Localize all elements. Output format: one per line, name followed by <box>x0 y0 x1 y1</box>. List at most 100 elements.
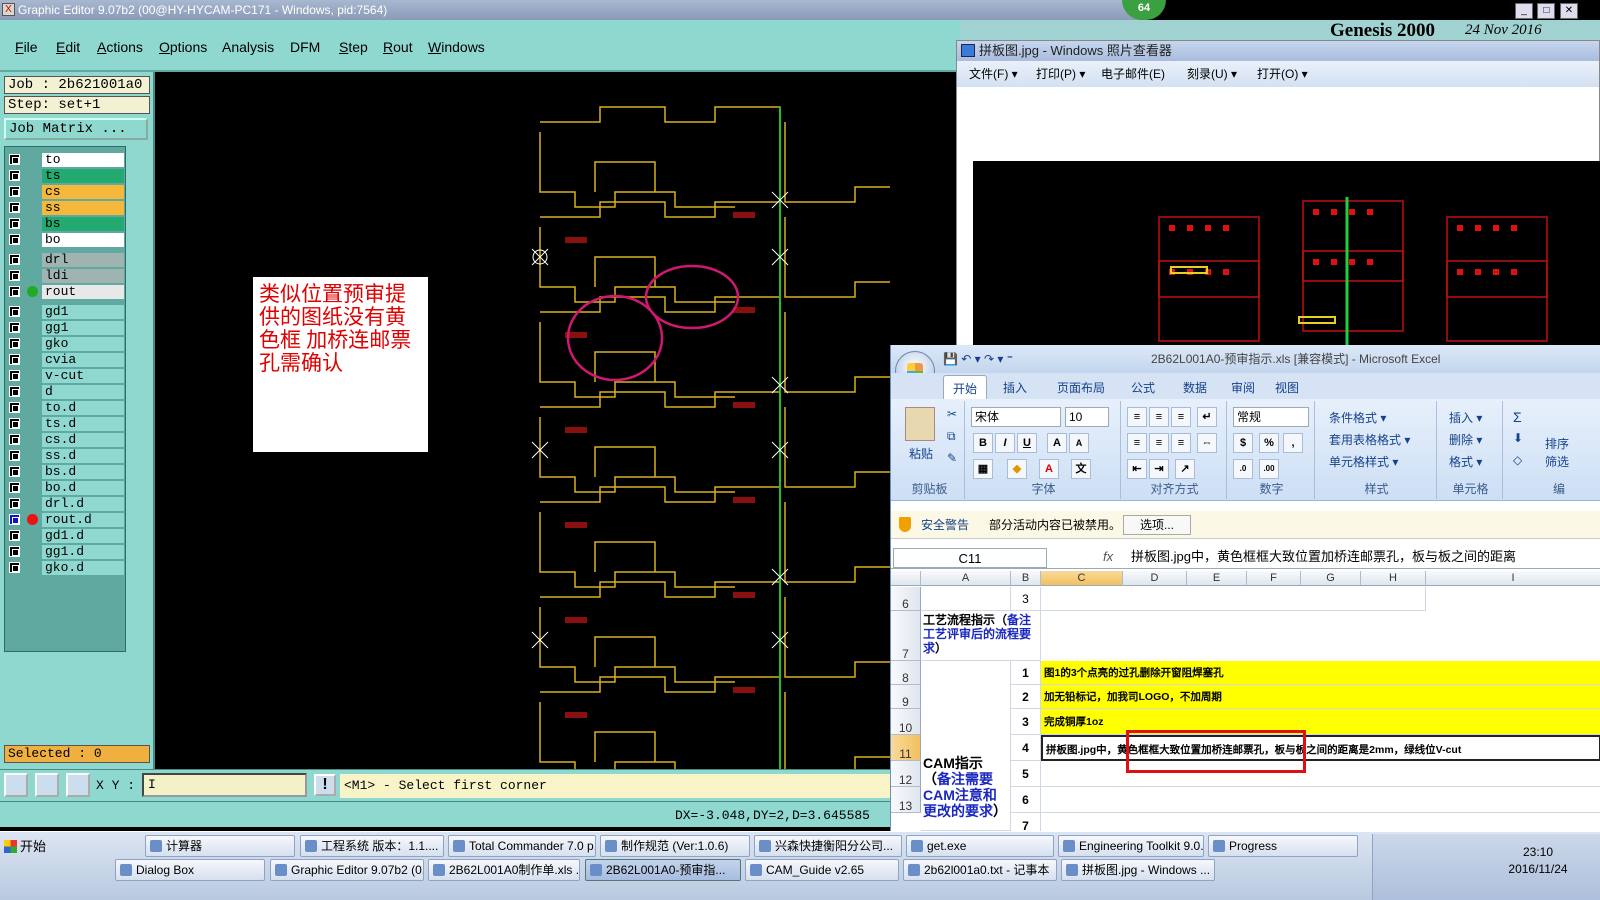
close-icon[interactable]: ✕ <box>1559 3 1578 19</box>
taskbar-button[interactable]: Total Commander 7.0 p... <box>448 835 596 857</box>
formula-input[interactable]: 拼板图.jpg中，黄色框框大致位置加桥连邮票孔，板与板之间的距离 <box>1131 547 1516 567</box>
layer-checkbox[interactable] <box>9 434 20 445</box>
fill-color-icon[interactable]: ◆ <box>1007 459 1027 479</box>
taskbar-button[interactable]: 2b62l001a0.txt - 记事本 <box>903 859 1057 881</box>
menu-item-dfm[interactable]: DFM <box>290 39 320 55</box>
taskbar-button[interactable]: Dialog Box <box>115 859 265 881</box>
ribbon-tab-3[interactable]: 公式 <box>1131 379 1155 396</box>
layer-checkbox[interactable] <box>9 270 20 281</box>
layer-checkbox[interactable] <box>9 354 20 365</box>
layer-checkbox[interactable] <box>9 498 20 509</box>
align-bottom-icon[interactable]: ≡ <box>1171 407 1191 427</box>
taskbar-button[interactable]: Progress <box>1208 835 1358 857</box>
layer-checkbox[interactable] <box>9 186 20 197</box>
column-header-F[interactable]: F <box>1247 571 1301 586</box>
photo-toolbar-item[interactable]: 打印(P) ▾ <box>1036 61 1085 87</box>
row-header-12[interactable]: 12 <box>891 761 921 787</box>
underline-icon[interactable]: U <box>1017 433 1037 453</box>
number-format-combo[interactable]: 常规 <box>1233 407 1309 427</box>
layer-checkbox[interactable] <box>9 154 20 165</box>
maximize-icon[interactable]: □ <box>1537 3 1556 19</box>
layer-checkbox[interactable] <box>9 514 20 525</box>
layer-checkbox[interactable] <box>9 450 20 461</box>
column-header-C[interactable]: C <box>1041 571 1123 586</box>
layer-checkbox[interactable] <box>9 530 20 541</box>
row-header-10[interactable]: 10 <box>891 709 921 735</box>
taskbar-button[interactable]: Engineering Toolkit 9.0... <box>1058 835 1204 857</box>
photo-toolbar-item[interactable]: 电子邮件(E) <box>1101 61 1165 87</box>
format-cells-button[interactable]: 格式 ▾ <box>1449 453 1482 470</box>
ribbon-tab-1[interactable]: 插入 <box>1003 379 1027 396</box>
layer-checkbox[interactable] <box>9 170 20 181</box>
taskbar-button[interactable]: 计算器 <box>145 835 295 857</box>
grow-font-icon[interactable]: A <box>1047 433 1067 453</box>
select-all-corner[interactable] <box>891 571 921 586</box>
format-painter-icon[interactable]: ✎ <box>947 451 957 465</box>
column-header-H[interactable]: H <box>1361 571 1426 586</box>
cut-icon[interactable]: ✂ <box>947 407 957 421</box>
cell-a6[interactable] <box>921 587 1011 611</box>
cell-b-num[interactable]: 3 <box>1011 709 1041 735</box>
menu-item-step[interactable]: Step <box>339 39 368 55</box>
cell-c-instruction[interactable]: 图1的3个点亮的过孔删除开窗阻焊塞孔 <box>1041 661 1600 685</box>
taskbar-button[interactable]: Graphic Editor 9.07b2 (0... <box>270 859 424 881</box>
merge-center-icon[interactable]: ⇔ <box>1197 433 1217 453</box>
taskbar-button[interactable]: get.exe <box>906 835 1054 857</box>
cell-c-instruction[interactable] <box>1041 813 1600 831</box>
cell-b-num[interactable]: 1 <box>1011 661 1041 685</box>
align-top-icon[interactable]: ≡ <box>1127 407 1147 427</box>
autosum-icon[interactable]: Σ <box>1513 409 1522 425</box>
row-header-13[interactable]: 13 <box>891 787 921 813</box>
taskbar-button[interactable]: 制作规范 (Ver:1.0.6) <box>600 835 750 857</box>
font-name-combo[interactable]: 宋体 <box>971 407 1061 427</box>
cell-c-instruction[interactable]: 完成铜厚1oz <box>1041 709 1600 735</box>
cell-b-num[interactable]: 4 <box>1011 735 1041 761</box>
align-right-icon[interactable]: ≡ <box>1171 433 1191 453</box>
wrap-text-icon[interactable]: ↵ <box>1197 407 1217 427</box>
security-options-button[interactable]: 选项... <box>1123 515 1191 535</box>
row-header-11[interactable]: 11 <box>891 735 921 761</box>
layer-checkbox[interactable] <box>9 370 20 381</box>
filter-button[interactable]: 筛选 <box>1545 453 1569 470</box>
ribbon-tab-2[interactable]: 页面布局 <box>1057 379 1105 396</box>
increase-decimal-icon[interactable]: .0 <box>1233 459 1253 479</box>
format-as-table-button[interactable]: 套用表格格式 ▾ <box>1329 431 1410 448</box>
menu-item-file[interactable]: File <box>15 39 38 55</box>
taskbar-button[interactable]: 兴森快捷衡阳分公司... <box>754 835 902 857</box>
alert-button[interactable]: ! <box>314 774 336 796</box>
zoom-tool-icon[interactable] <box>4 773 28 797</box>
cell-c6[interactable] <box>1041 587 1426 611</box>
font-color-icon[interactable]: A <box>1039 459 1059 479</box>
column-header-E[interactable]: E <box>1187 571 1247 586</box>
decrease-decimal-icon[interactable]: .00 <box>1259 459 1279 479</box>
taskbar-button[interactable]: 2B62L001A0-预审指... <box>585 859 741 881</box>
insert-cells-button[interactable]: 插入 ▾ <box>1449 409 1482 426</box>
align-center-icon[interactable]: ≡ <box>1149 433 1169 453</box>
italic-icon[interactable]: I <box>995 433 1015 453</box>
column-header-D[interactable]: D <box>1123 571 1187 586</box>
column-header-A[interactable]: A <box>921 571 1011 586</box>
menu-item-options[interactable]: Options <box>159 39 207 55</box>
cell-a7[interactable]: 工艺流程指示（备注工艺评审后的流程要求） <box>921 611 1041 661</box>
menu-item-actions[interactable]: Actions <box>97 39 143 55</box>
layer-checkbox[interactable] <box>9 562 20 573</box>
phonetic-icon[interactable]: 文 <box>1071 459 1091 479</box>
increase-indent-icon[interactable]: ⇥ <box>1149 459 1169 479</box>
menu-item-windows[interactable]: Windows <box>428 39 485 55</box>
ribbon-tab-6[interactable]: 视图 <box>1275 379 1299 396</box>
row-header-6[interactable]: 6 <box>891 587 921 611</box>
orientation-icon[interactable]: ↗ <box>1175 459 1195 479</box>
sort-button[interactable]: 排序 <box>1545 435 1569 452</box>
layer-checkbox[interactable] <box>9 338 20 349</box>
taskbar-button[interactable]: CAM_Guide v2.65 <box>745 859 899 881</box>
grid-tool-icon[interactable] <box>66 773 90 797</box>
cell-c-instruction[interactable]: 加无铅标记，加我司LOGO，不加周期 <box>1041 685 1600 709</box>
row-header-7[interactable]: 7 <box>891 611 921 661</box>
borders-icon[interactable]: ▦ <box>973 459 993 479</box>
column-header-G[interactable]: G <box>1301 571 1361 586</box>
start-button[interactable]: 开始 <box>2 835 52 859</box>
layer-checkbox[interactable] <box>9 418 20 429</box>
cell-c-instruction[interactable] <box>1041 787 1600 813</box>
minimize-icon[interactable]: _ <box>1515 3 1533 19</box>
delete-cells-button[interactable]: 删除 ▾ <box>1449 431 1482 448</box>
